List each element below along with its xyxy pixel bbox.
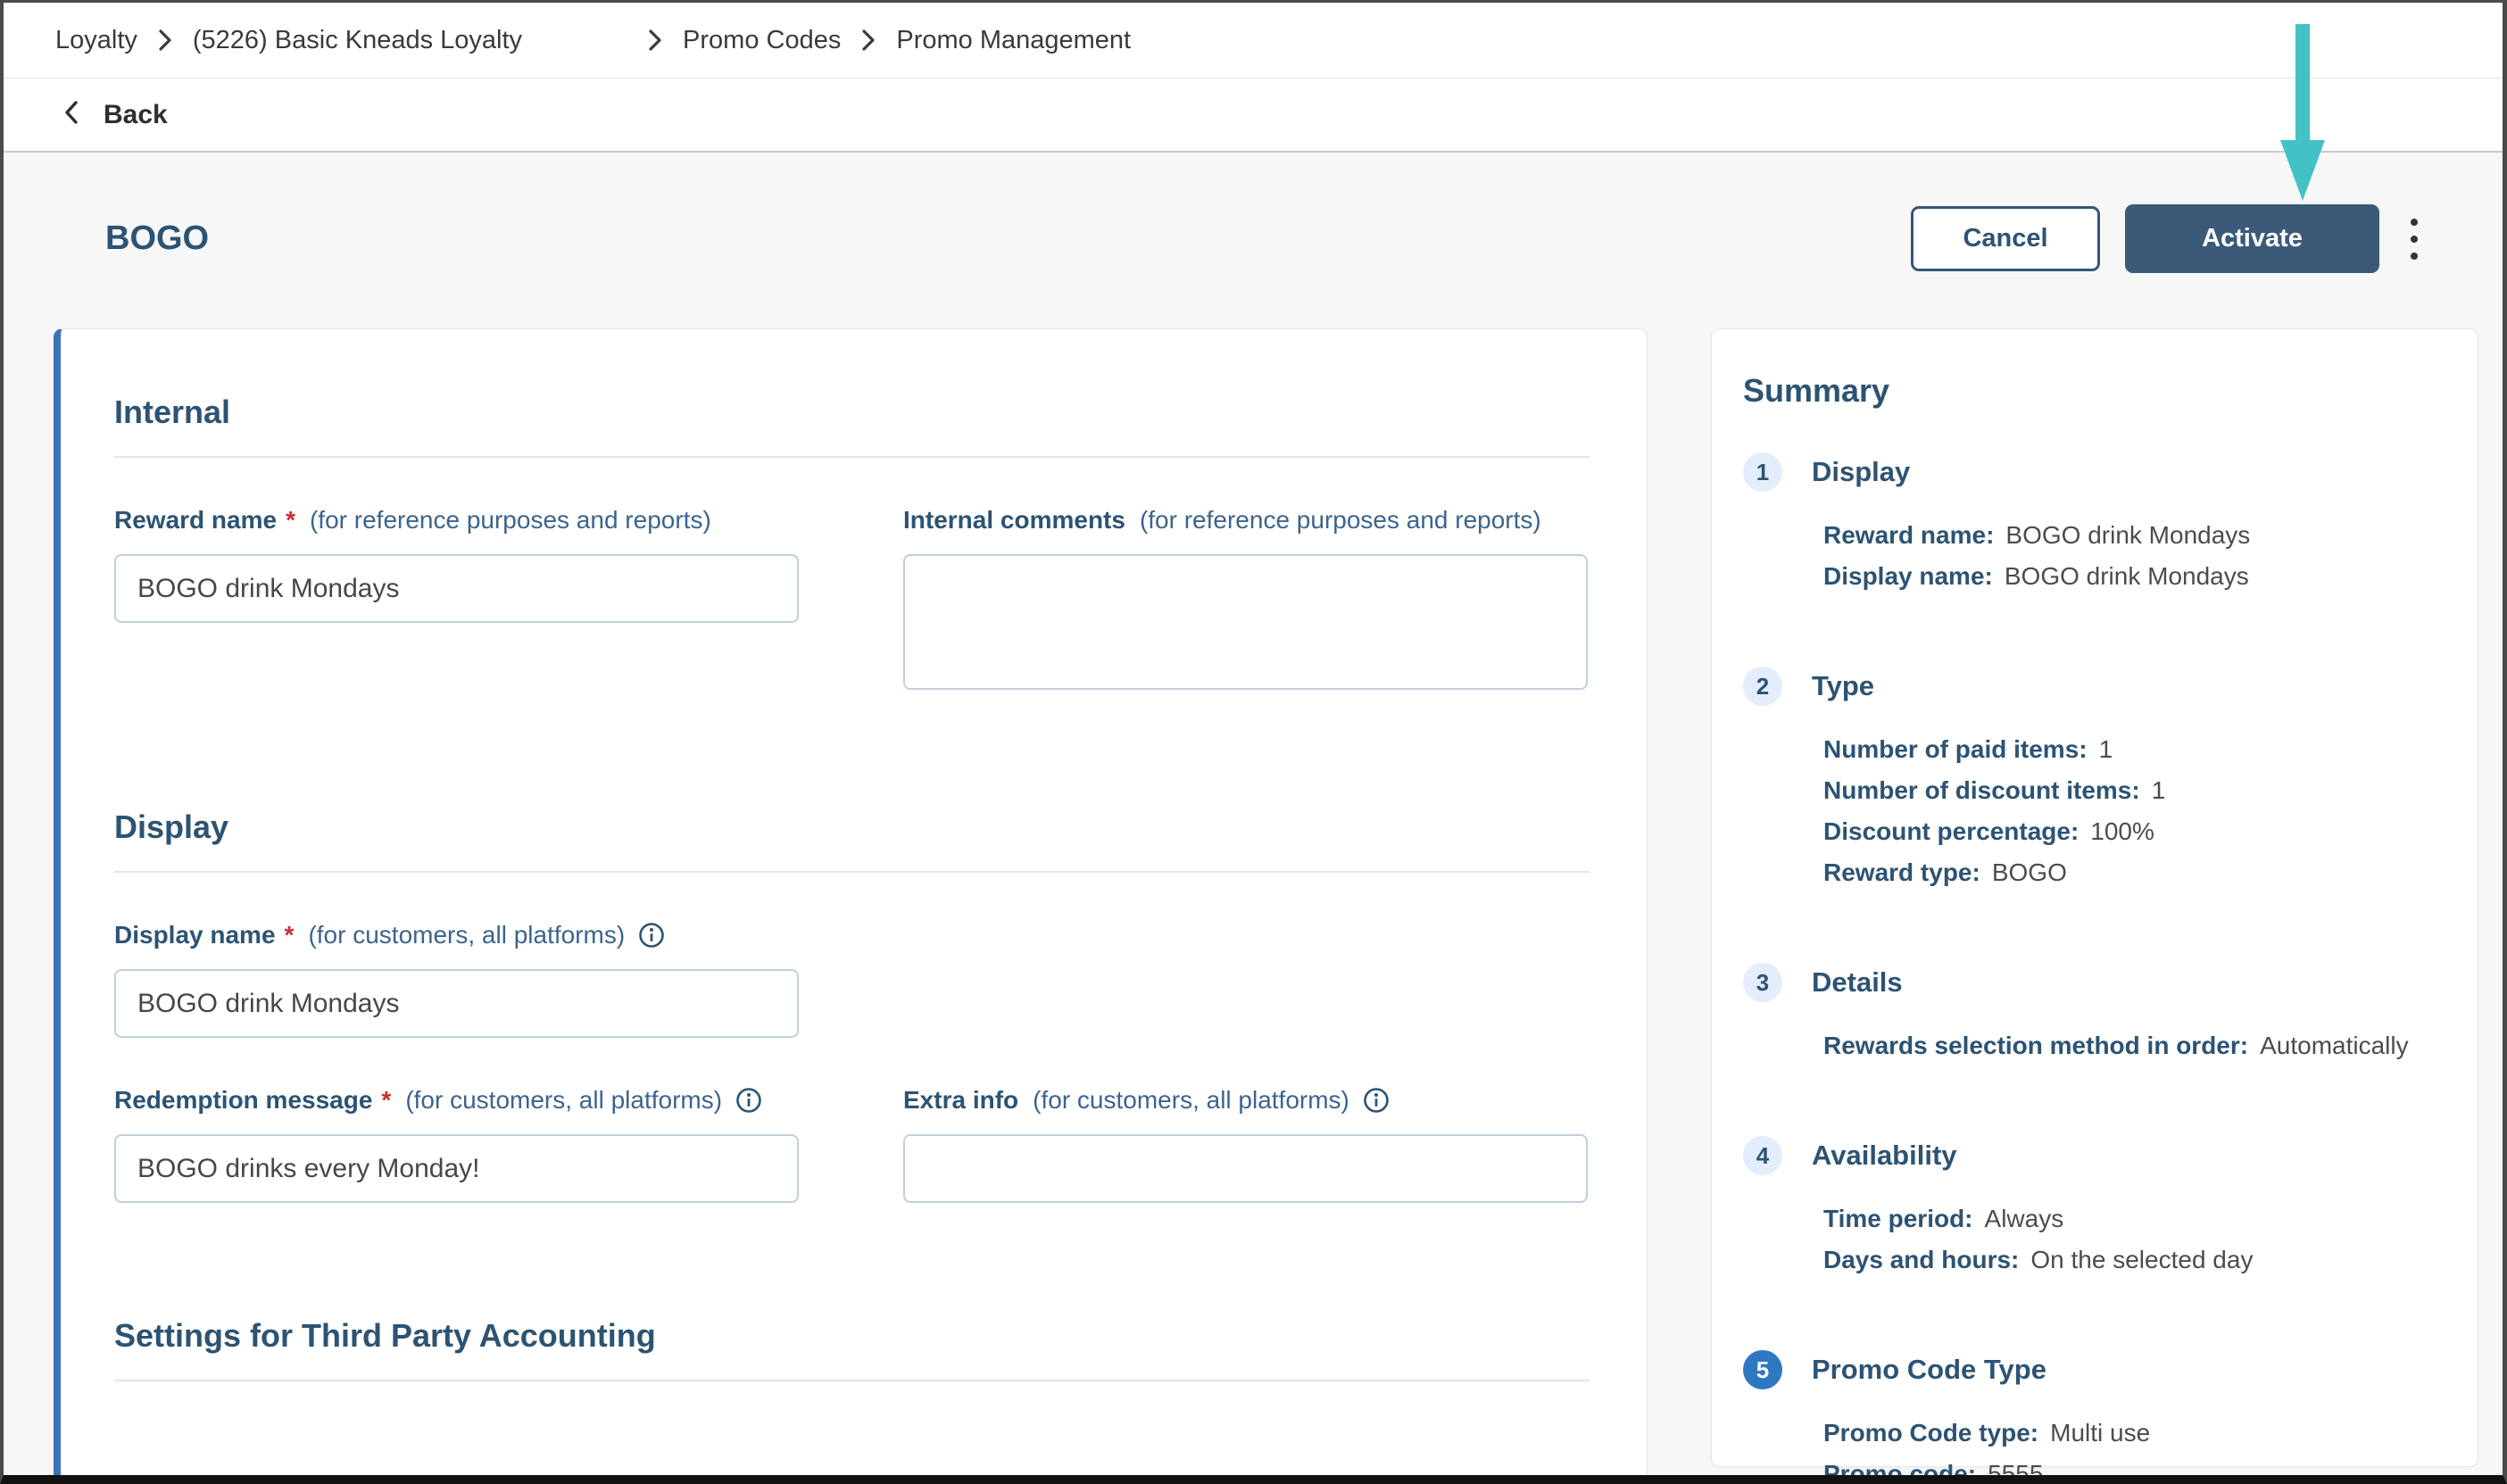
summary-entry: Number of paid items:1 xyxy=(1823,729,2442,770)
breadcrumb-item-loyalty[interactable]: Loyalty xyxy=(55,26,137,55)
chevron-right-icon xyxy=(647,28,663,53)
section-heading-internal: Internal xyxy=(114,394,1590,431)
step-badge: 3 xyxy=(1743,963,1782,1002)
internal-comments-hint: (for reference purposes and reports) xyxy=(1140,506,1541,535)
activate-button[interactable]: Activate xyxy=(2125,204,2379,273)
summary-item-details: 3 Details Rewards selection method in or… xyxy=(1743,963,2442,1066)
summary-item-availability: 4 Availability Time period:Always Days a… xyxy=(1743,1136,2442,1281)
info-icon[interactable] xyxy=(1362,1086,1390,1115)
display-name-label: Display name xyxy=(114,921,276,949)
redemption-message-field: Redemption message * (for customers, all… xyxy=(114,1086,799,1203)
section-heading-third-party: Settings for Third Party Accounting xyxy=(114,1317,1590,1355)
required-marker: * xyxy=(285,921,295,949)
summary-entry: Number of discount items:1 xyxy=(1823,770,2442,811)
info-icon[interactable] xyxy=(637,921,666,949)
cancel-button[interactable]: Cancel xyxy=(1911,206,2100,271)
summary-item-title: Availability xyxy=(1812,1140,1957,1172)
extra-info-label: Extra info xyxy=(903,1086,1018,1115)
breadcrumb-item-promo-management: Promo Management xyxy=(896,26,1131,55)
step-badge: 4 xyxy=(1743,1136,1782,1175)
extra-info-input[interactable] xyxy=(903,1134,1588,1203)
step-badge: 1 xyxy=(1743,452,1782,492)
content-area: BOGO Cancel Activate Internal Reward nam… xyxy=(4,153,2503,1475)
summary-entry: Rewards selection method in order:Automa… xyxy=(1823,1025,2442,1066)
chevron-right-icon xyxy=(157,28,173,53)
internal-comments-field: Internal comments (for reference purpose… xyxy=(903,506,1588,694)
summary-item-promo-code-type: 5 Promo Code Type Promo Code type:Multi … xyxy=(1743,1350,2442,1475)
breadcrumb-item-program[interactable]: (5226) Basic Kneads Loyalty xyxy=(193,26,522,55)
promo-form-card: Internal Reward name * (for reference pu… xyxy=(54,328,1648,1475)
step-badge-active: 5 xyxy=(1743,1350,1782,1389)
reward-name-label: Reward name xyxy=(114,506,277,535)
summary-entry: Reward name:BOGO drink Mondays xyxy=(1823,515,2442,556)
summary-item-title: Details xyxy=(1812,966,1903,999)
summary-heading: Summary xyxy=(1743,372,2442,410)
display-name-input[interactable] xyxy=(114,969,799,1038)
display-name-hint: (for customers, all platforms) xyxy=(308,921,625,949)
summary-entry: Display name:BOGO drink Mondays xyxy=(1823,556,2442,597)
reward-name-hint: (for reference purposes and reports) xyxy=(310,506,711,535)
back-button[interactable]: Back xyxy=(62,98,168,131)
section-divider xyxy=(114,871,1590,873)
internal-comments-textarea[interactable] xyxy=(903,554,1588,690)
step-badge: 2 xyxy=(1743,667,1782,706)
reward-name-input[interactable] xyxy=(114,554,799,623)
required-marker: * xyxy=(381,1086,391,1115)
redemption-message-hint: (for customers, all platforms) xyxy=(405,1086,722,1115)
display-name-field: Display name * (for customers, all platf… xyxy=(114,921,799,1038)
summary-entry: Promo Code type:Multi use xyxy=(1823,1413,2442,1454)
summary-item-title: Promo Code Type xyxy=(1812,1354,2046,1386)
summary-entry: Promo code:5555 xyxy=(1823,1454,2442,1475)
reward-name-field: Reward name * (for reference purposes an… xyxy=(114,506,799,694)
summary-entry: Discount percentage:100% xyxy=(1823,811,2442,852)
internal-comments-label: Internal comments xyxy=(903,506,1125,535)
summary-entry: Reward type:BOGO xyxy=(1823,852,2442,893)
back-label: Back xyxy=(104,100,168,130)
summary-item-title: Display xyxy=(1812,456,1910,488)
summary-item-display: 1 Display Reward name:BOGO drink Mondays… xyxy=(1743,452,2442,597)
chevron-right-icon xyxy=(860,28,876,53)
page-header: BOGO Cancel Activate xyxy=(4,153,2503,273)
redemption-message-label: Redemption message xyxy=(114,1086,372,1115)
back-bar: Back xyxy=(4,79,2503,153)
cards-row: Internal Reward name * (for reference pu… xyxy=(4,273,2503,1475)
redemption-message-input[interactable] xyxy=(114,1134,799,1203)
page-title: BOGO xyxy=(105,220,209,258)
summary-entry: Time period:Always xyxy=(1823,1198,2442,1239)
info-icon[interactable] xyxy=(735,1086,763,1115)
breadcrumb: Loyalty (5226) Basic Kneads Loyalty Prom… xyxy=(4,3,2503,79)
required-marker: * xyxy=(286,506,295,535)
section-divider xyxy=(114,456,1590,458)
summary-panel: Summary 1 Display Reward name:BOGO drink… xyxy=(1711,328,2478,1467)
summary-item-type: 2 Type Number of paid items:1 Number of … xyxy=(1743,667,2442,893)
extra-info-field: Extra info (for customers, all platforms… xyxy=(903,1086,1588,1203)
summary-item-title: Type xyxy=(1812,670,1874,702)
section-heading-display: Display xyxy=(114,808,1590,846)
chevron-left-icon xyxy=(62,98,80,131)
breadcrumb-item-promo-codes[interactable]: Promo Codes xyxy=(683,26,841,55)
header-actions: Cancel Activate xyxy=(1911,204,2435,273)
kebab-menu-button[interactable] xyxy=(2394,204,2435,273)
section-divider xyxy=(114,1380,1590,1381)
app-window: Loyalty (5226) Basic Kneads Loyalty Prom… xyxy=(0,0,2507,1484)
extra-info-hint: (for customers, all platforms) xyxy=(1033,1086,1349,1115)
summary-entry: Days and hours:On the selected day xyxy=(1823,1239,2442,1281)
